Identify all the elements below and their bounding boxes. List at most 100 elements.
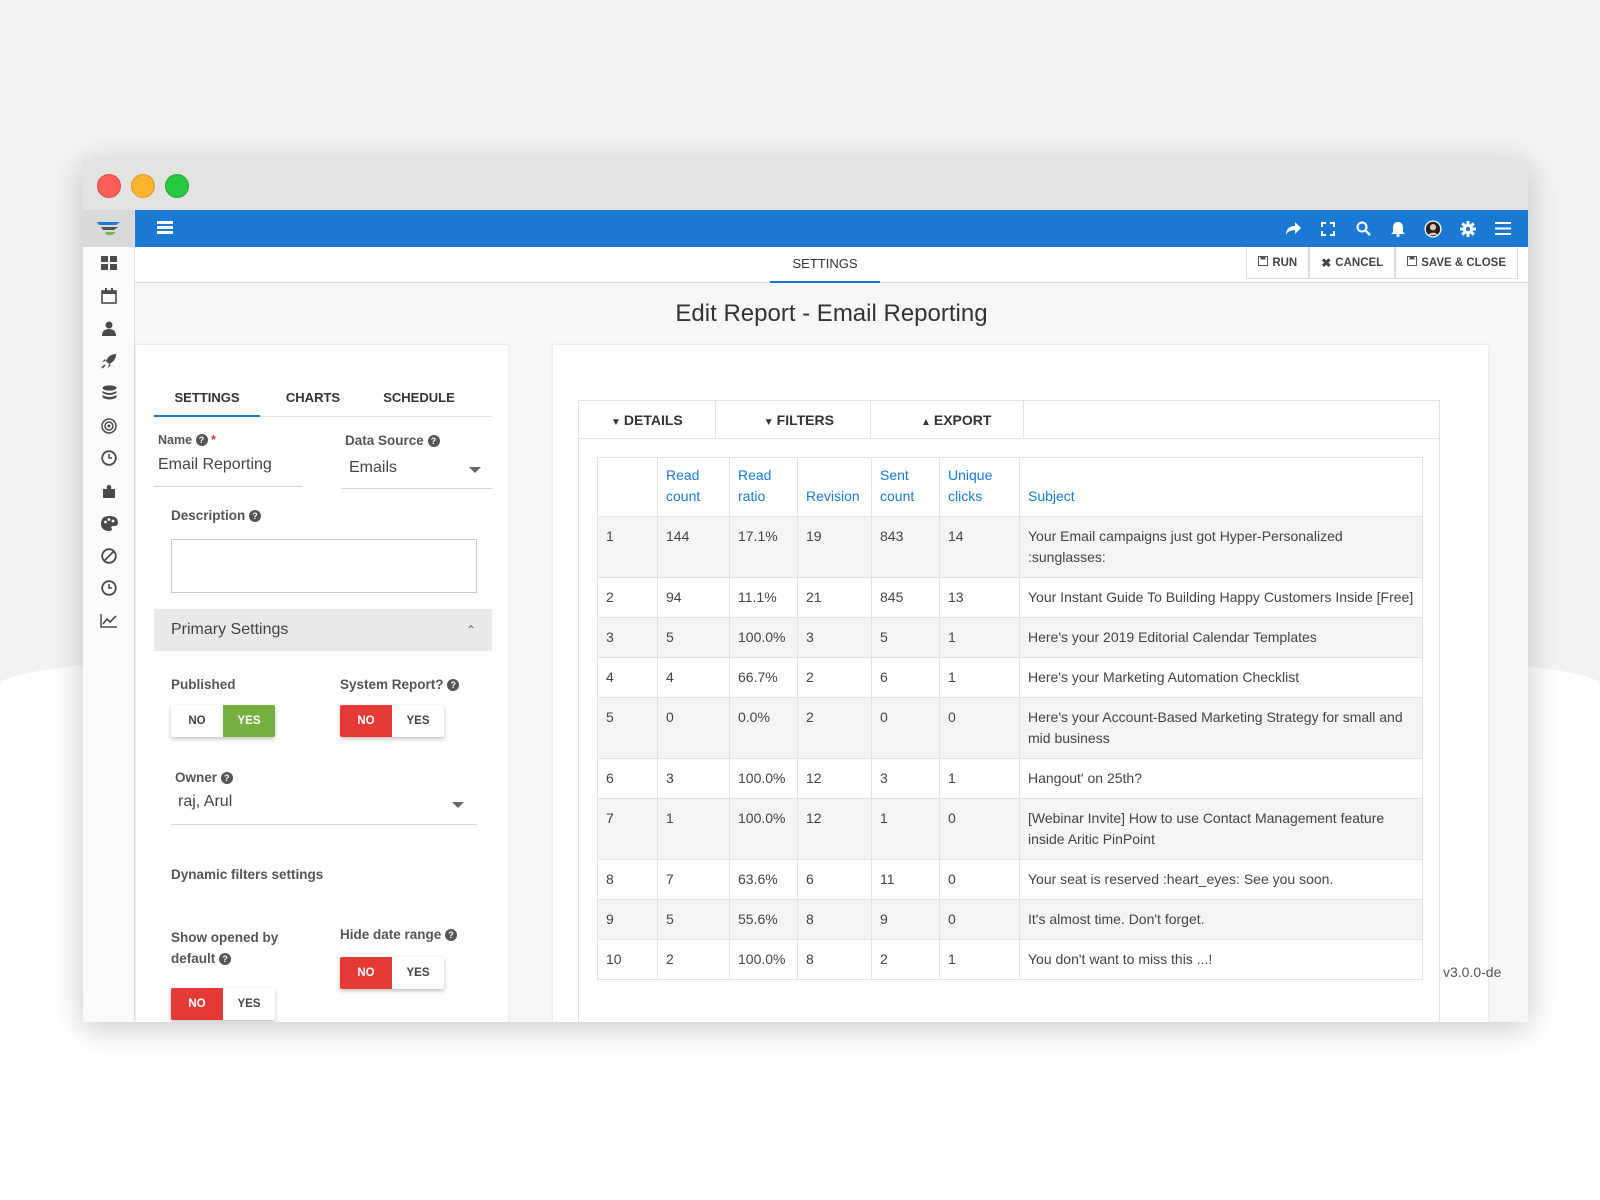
help-icon[interactable]: ? bbox=[195, 434, 208, 446]
save-icon bbox=[1407, 256, 1418, 269]
table-cell: 12 bbox=[797, 758, 872, 799]
fullscreen-icon[interactable] bbox=[1319, 220, 1337, 238]
published-no-button[interactable]: NO bbox=[171, 705, 223, 737]
name-label: Name ? * bbox=[158, 433, 216, 447]
report-toolbar: ▼ DETAILS ▼ FILTERS ▲ EXPORT bbox=[579, 401, 1439, 439]
clock-icon[interactable] bbox=[83, 572, 135, 605]
tab-settings[interactable]: SETTINGS bbox=[154, 385, 260, 417]
avatar[interactable] bbox=[1424, 219, 1442, 238]
rocket-icon[interactable] bbox=[83, 345, 135, 378]
owner-select[interactable]: raj, Arul bbox=[178, 793, 232, 811]
table-cell: 21 bbox=[797, 577, 872, 618]
column-header[interactable]: Revision bbox=[797, 457, 872, 517]
column-header[interactable]: Unique clicks bbox=[939, 457, 1020, 517]
column-header-line2: Subject bbox=[1028, 488, 1075, 504]
cancel-button[interactable]: ✖ CANCEL bbox=[1309, 247, 1396, 279]
palette-icon[interactable] bbox=[83, 507, 135, 540]
help-icon[interactable]: ? bbox=[427, 435, 440, 447]
maximize-window-button[interactable] bbox=[165, 174, 189, 198]
description-textarea[interactable] bbox=[171, 539, 477, 593]
description-label: Description ? bbox=[171, 508, 262, 523]
primary-settings-header[interactable]: Primary Settings ⌃ bbox=[154, 609, 492, 651]
sidebar-toggle-icon[interactable] bbox=[157, 221, 173, 235]
minimize-window-button[interactable] bbox=[131, 174, 155, 198]
close-window-button[interactable] bbox=[97, 174, 121, 198]
tab-charts[interactable]: CHARTS bbox=[260, 385, 366, 417]
sidebar bbox=[83, 210, 135, 1022]
table-cell: 100.0% bbox=[729, 617, 798, 658]
table-cell: 3 bbox=[597, 617, 658, 658]
table-cell: 1 bbox=[939, 617, 1020, 658]
details-toggle[interactable]: ▼ DETAILS bbox=[579, 401, 716, 439]
share-icon[interactable] bbox=[1284, 220, 1302, 238]
table-cell: 1 bbox=[939, 758, 1020, 799]
action-bar: SETTINGS RUN ✖ CANCEL SAVE & CLOSE bbox=[135, 247, 1528, 283]
calendar-icon[interactable] bbox=[83, 280, 135, 313]
table-cell: 9 bbox=[871, 899, 940, 940]
tab-settings-top[interactable]: SETTINGS bbox=[770, 247, 880, 283]
user-icon[interactable] bbox=[83, 312, 135, 345]
show-opened-label: Show opened by default ? bbox=[171, 927, 278, 969]
save-close-button[interactable]: SAVE & CLOSE bbox=[1395, 247, 1518, 279]
menu-icon[interactable] bbox=[1494, 220, 1512, 238]
hide-date-range-no-button[interactable]: NO bbox=[340, 957, 392, 989]
table-cell: 7 bbox=[597, 798, 658, 860]
report-panel: ▼ DETAILS ▼ FILTERS ▲ EXPORT Read count Read r… bbox=[553, 345, 1488, 1022]
table-cell: Here's your 2019 Editorial Calendar Temp… bbox=[1019, 617, 1423, 658]
column-header-line1: Read bbox=[738, 467, 772, 483]
table-cell: 100.0% bbox=[729, 758, 798, 799]
puzzle-icon[interactable] bbox=[83, 475, 135, 508]
name-field[interactable]: Email Reporting bbox=[158, 456, 272, 474]
table-cell: 0 bbox=[939, 859, 1020, 900]
data-source-underline bbox=[341, 488, 492, 489]
ban-icon[interactable] bbox=[83, 540, 135, 573]
target-icon[interactable] bbox=[83, 410, 135, 443]
help-icon[interactable]: ? bbox=[445, 929, 458, 941]
show-opened-no-button[interactable]: NO bbox=[171, 988, 223, 1020]
show-opened-yes-button[interactable]: YES bbox=[223, 988, 275, 1020]
description-label-text: Description bbox=[171, 508, 246, 523]
column-header[interactable]: Read ratio bbox=[729, 457, 798, 517]
bell-icon[interactable] bbox=[1389, 220, 1407, 238]
app-window: SETTINGS RUN ✖ CANCEL SAVE & CLOSE Edit … bbox=[83, 160, 1528, 1022]
hide-date-range-yes-button[interactable]: YES bbox=[392, 957, 444, 989]
table-cell: 3 bbox=[871, 758, 940, 799]
chevron-up-icon[interactable]: ⌃ bbox=[466, 609, 476, 651]
table-cell: 66.7% bbox=[729, 657, 798, 698]
column-header[interactable]: Sent count bbox=[871, 457, 940, 517]
help-icon[interactable]: ? bbox=[447, 679, 460, 691]
column-header[interactable] bbox=[597, 457, 658, 517]
table-row: 1 144 17.1% 19 843 14 Your Email campaigns jus… bbox=[597, 516, 1423, 578]
gear-icon[interactable] bbox=[1459, 220, 1477, 238]
help-icon[interactable]: ? bbox=[220, 772, 233, 784]
run-button[interactable]: RUN bbox=[1246, 247, 1310, 279]
top-navbar bbox=[135, 210, 1528, 247]
system-report-toggle: NO YES bbox=[340, 705, 444, 737]
table-cell: 11 bbox=[871, 859, 940, 900]
database-icon[interactable] bbox=[83, 377, 135, 410]
dashboard-icon[interactable] bbox=[83, 247, 135, 280]
system-report-no-button[interactable]: NO bbox=[340, 705, 392, 737]
app-logo[interactable] bbox=[83, 210, 134, 247]
clock-icon[interactable] bbox=[83, 442, 135, 475]
chevron-down-icon[interactable] bbox=[469, 467, 481, 473]
table-cell: 2 bbox=[871, 939, 940, 980]
table-row: 6 3 100.0% 12 3 1 Hangout' on 25th? bbox=[597, 758, 1423, 799]
table-cell: 4 bbox=[657, 657, 730, 698]
data-source-select[interactable]: Emails bbox=[349, 459, 397, 477]
search-icon[interactable] bbox=[1354, 220, 1372, 238]
chart-line-icon[interactable] bbox=[83, 605, 135, 638]
export-toggle[interactable]: ▲ EXPORT bbox=[871, 401, 1025, 439]
filters-toggle[interactable]: ▼ FILTERS bbox=[716, 401, 871, 439]
published-yes-button[interactable]: YES bbox=[223, 705, 275, 737]
help-icon[interactable]: ? bbox=[249, 510, 262, 522]
column-header-line2: Revision bbox=[806, 488, 860, 504]
column-header[interactable]: Read count bbox=[657, 457, 730, 517]
dynamic-filters-heading: Dynamic filters settings bbox=[171, 867, 324, 882]
help-icon[interactable]: ? bbox=[219, 953, 232, 965]
show-opened-label-line2: default bbox=[171, 951, 216, 966]
tab-schedule[interactable]: SCHEDULE bbox=[366, 385, 472, 417]
column-header[interactable]: Subject bbox=[1019, 457, 1423, 517]
system-report-yes-button[interactable]: YES bbox=[392, 705, 444, 737]
chevron-down-icon[interactable] bbox=[452, 802, 464, 808]
